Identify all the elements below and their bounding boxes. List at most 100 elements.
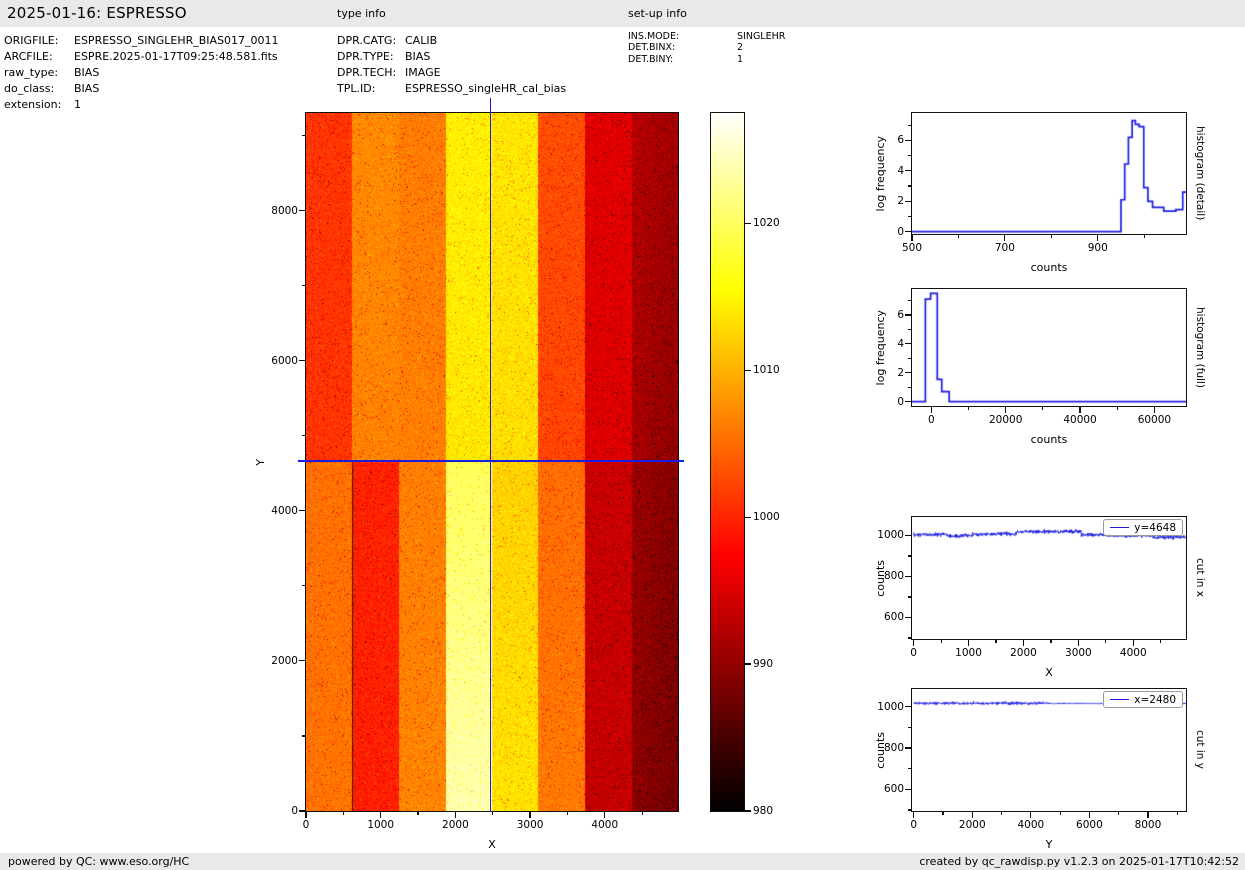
x-axis-label: X bbox=[1045, 666, 1053, 679]
y-axis-label: counts bbox=[874, 517, 887, 639]
histogram-canvas bbox=[912, 113, 1186, 234]
colorbar-tick bbox=[745, 370, 751, 371]
y-axis-label-text: counts bbox=[874, 560, 887, 597]
colorbar-tick bbox=[745, 517, 751, 518]
footer-created-by: created by qc_rawdisp.py v1.2.3 on 2025-… bbox=[919, 853, 1239, 870]
x-minor-tick bbox=[1117, 407, 1118, 410]
cut-in-y-plot: 020004000600080006008001000Ycountscut in… bbox=[911, 688, 1187, 812]
histogram-canvas bbox=[912, 289, 1186, 406]
meta-value: ESPRESSO_singleHR_cal_bias bbox=[405, 82, 566, 95]
x-tick-label: 20000 bbox=[989, 414, 1022, 426]
y-axis-label-text: log frequency bbox=[874, 136, 887, 211]
x-tick-label: 0 bbox=[303, 819, 310, 831]
legend: y=4648 bbox=[1103, 519, 1183, 536]
x-tick bbox=[604, 812, 605, 818]
meta-value: BIAS bbox=[74, 82, 99, 95]
meta-value: CALIB bbox=[405, 34, 437, 47]
y-tick bbox=[905, 576, 911, 577]
x-tick bbox=[931, 407, 932, 413]
meta-row: DET.BINX:2 bbox=[628, 42, 785, 53]
meta-row: TPL.ID:ESPRESSO_singleHR_cal_bias bbox=[337, 81, 566, 97]
legend-line-sample bbox=[1110, 699, 1129, 700]
x-tick-label: 6000 bbox=[1076, 819, 1103, 831]
y-minor-tick bbox=[908, 300, 911, 301]
y-minor-tick bbox=[908, 329, 911, 330]
x-tick-label: 1000 bbox=[367, 819, 394, 831]
y-minor-tick bbox=[908, 809, 911, 810]
y-minor-tick bbox=[302, 285, 305, 286]
legend: x=2480 bbox=[1103, 691, 1183, 708]
y-tick-label: 4000 bbox=[264, 505, 298, 517]
meta-label: ORIGFILE: bbox=[4, 33, 74, 49]
x-minor-tick bbox=[1105, 640, 1106, 643]
x-tick-label: 40000 bbox=[1063, 414, 1096, 426]
y-tick bbox=[299, 360, 305, 361]
cut-in-x-plot: 010002000300040006008001000Xcountscut in… bbox=[911, 516, 1187, 640]
colorbar-tick-label: 990 bbox=[753, 658, 773, 670]
x-tick-label: 3000 bbox=[1065, 647, 1092, 659]
meta-row: DPR.CATG:CALIB bbox=[337, 33, 566, 49]
x-tick bbox=[1154, 407, 1155, 413]
y-axis-label-text: log frequency bbox=[874, 310, 887, 385]
y-tick bbox=[905, 170, 911, 171]
x-tick-label: 2000 bbox=[1010, 647, 1037, 659]
x-tick bbox=[1023, 640, 1024, 646]
meta-row: raw_type:BIAS bbox=[4, 65, 279, 81]
y-minor-tick bbox=[302, 135, 305, 136]
x-tick bbox=[455, 812, 456, 818]
meta-row: extension:1 bbox=[4, 97, 279, 113]
x-tick-label: 0 bbox=[910, 819, 917, 831]
meta-label: DPR.CATG: bbox=[337, 33, 405, 49]
y-minor-tick bbox=[908, 768, 911, 769]
x-minor-tick bbox=[1177, 812, 1178, 815]
y-tick bbox=[905, 314, 911, 315]
x-tick bbox=[1079, 407, 1080, 413]
meta-value: IMAGE bbox=[405, 66, 441, 79]
y-minor-tick bbox=[908, 555, 911, 556]
x-tick bbox=[913, 812, 914, 818]
y-axis-label: counts bbox=[874, 689, 887, 811]
x-tick-label: 8000 bbox=[1135, 819, 1162, 831]
page-title: 2025-01-16: ESPRESSO bbox=[7, 4, 187, 22]
meta-label: TPL.ID: bbox=[337, 81, 405, 97]
x-tick bbox=[1097, 235, 1098, 241]
y-axis-label: log frequency bbox=[874, 289, 887, 406]
x-minor-tick bbox=[958, 235, 959, 238]
meta-label: INS.MODE: bbox=[628, 31, 737, 42]
meta-value: BIAS bbox=[74, 66, 99, 79]
y-minor-tick bbox=[908, 727, 911, 728]
x-tick-label: 900 bbox=[1088, 242, 1108, 254]
x-tick bbox=[1005, 407, 1006, 413]
x-axis-label: counts bbox=[1031, 261, 1068, 274]
right-side-label: histogram (full) bbox=[1194, 289, 1206, 406]
x-minor-tick bbox=[417, 812, 418, 815]
type-info-list: DPR.CATG:CALIBDPR.TYPE:BIASDPR.TECH:IMAG… bbox=[337, 33, 566, 97]
right-side-label-text: cut in x bbox=[1194, 558, 1206, 597]
meta-label: DPR.TYPE: bbox=[337, 49, 405, 65]
y-tick bbox=[299, 510, 305, 511]
y-tick bbox=[905, 706, 911, 707]
y-tick bbox=[905, 372, 911, 373]
y-tick-label: 0 bbox=[264, 805, 298, 817]
y-minor-tick bbox=[908, 155, 911, 156]
x-minor-tick bbox=[1042, 407, 1043, 410]
x-minor-tick bbox=[343, 812, 344, 815]
x-tick bbox=[1030, 812, 1031, 818]
x-tick bbox=[972, 812, 973, 818]
y-tick bbox=[299, 810, 305, 811]
x-minor-tick bbox=[1050, 640, 1051, 643]
x-minor-tick bbox=[968, 407, 969, 410]
footer-powered-by: powered by QC: www.eso.org/HC bbox=[8, 853, 189, 870]
y-tick bbox=[905, 747, 911, 748]
x-tick bbox=[1089, 812, 1090, 818]
x-tick-label: 2000 bbox=[959, 819, 986, 831]
crosshair-horizontal-line bbox=[298, 460, 684, 462]
y-minor-tick bbox=[908, 216, 911, 217]
y-tick bbox=[905, 789, 911, 790]
y-tick bbox=[905, 231, 911, 232]
bias-frame-heatmap: 0100020003000400002000400060008000XY bbox=[305, 112, 679, 812]
x-tick bbox=[1133, 640, 1134, 646]
y-minor-tick bbox=[908, 387, 911, 388]
meta-value: SINGLEHR bbox=[737, 31, 785, 42]
x-tick bbox=[968, 640, 969, 646]
